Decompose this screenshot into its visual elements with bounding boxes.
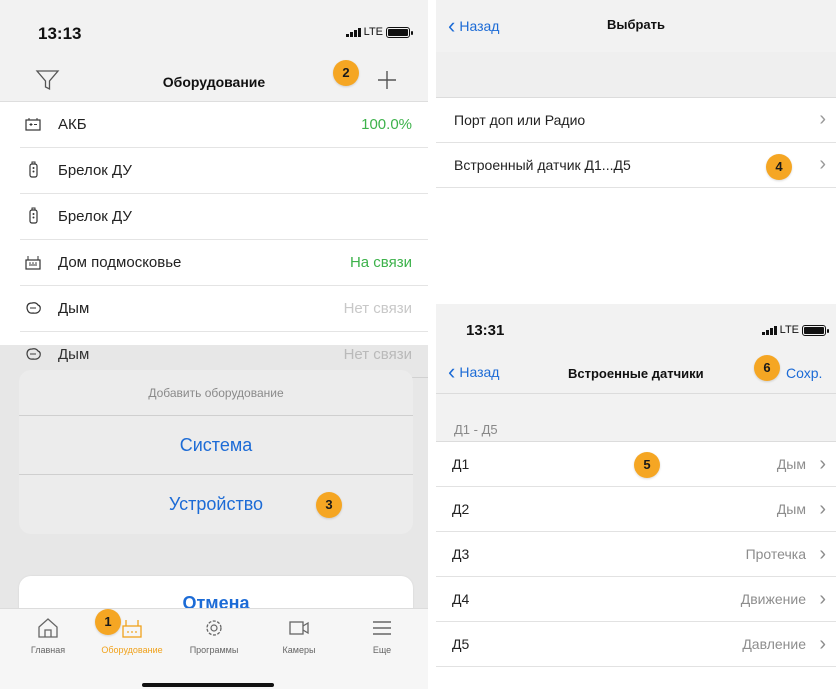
step-badge: 6 [754,355,780,381]
sensor-label: Д2 [452,501,470,517]
chevron-right-icon: › [819,498,826,520]
sensor-label: Д3 [452,546,470,562]
section-header: Д1 - Д5 [436,394,836,442]
list-item-label: Встроенный датчик Д1...Д5 [454,157,631,173]
step-badge: 3 [316,492,342,518]
device-name: Дым [58,300,90,317]
plus-icon [378,71,396,89]
chevron-right-icon: › [819,543,826,565]
home-indicator [142,683,274,687]
builtin-sensors-screen: 13:31 LTE ‹ Назад Встроенные датчики Сох… [436,304,836,689]
network-type: LTE [779,324,799,336]
page-title: Встроенные датчики [568,366,704,381]
house-icon [25,256,41,270]
chevron-right-icon: › [819,153,826,175]
step-badge: 1 [95,609,121,635]
sensor-type: Дым [776,456,806,472]
device-row-keyfob[interactable]: Брелок ДУ [20,148,428,194]
device-row-house[interactable]: Дом подмосковье На связи [20,240,428,286]
list-item-label: Порт доп или Радио [454,112,586,128]
tab-more[interactable]: Еще [342,615,422,655]
tab-bar: Главная Оборудование Программы Камеры Ещ… [0,608,428,689]
sensor-label: Д4 [452,591,470,607]
status-indicators: LTE [761,324,829,336]
chevron-right-icon: › [819,453,826,475]
tab-label: Программы [189,645,239,655]
tab-label: Еще [372,645,392,655]
navbar: Оборудование [0,62,428,102]
status-bar: 13:13 LTE [0,0,428,62]
status-time: 13:13 [38,24,82,43]
navbar: ‹ Назад Выбрать [436,0,836,52]
device-row-smoke[interactable]: Дым Нет связи [20,286,428,332]
home-icon [38,618,58,638]
tab-home[interactable]: Главная [8,615,88,655]
device-name: АКБ [58,116,87,133]
tab-cameras[interactable]: Камеры [259,615,339,655]
battery-status-icon [386,26,413,38]
device-status: Нет связи [343,300,412,317]
equipment-screen: 13:13 LTE Оборудование АКБ 100.0% Брелок… [0,0,428,689]
sensor-label: Д5 [452,636,470,652]
device-list: АКБ 100.0% Брелок ДУ Брелок ДУ Дом подмо… [0,102,428,378]
sensor-type: Дым [776,501,806,517]
keyfob-icon [29,161,38,178]
chevron-right-icon: › [819,588,826,610]
tab-label: Главная [30,645,66,655]
sensor-list: Д1 Дым › Д2 Дым › Д3 Протечка › Д4 Движе… [436,442,836,667]
signal-icon [761,325,777,335]
sheet-title: Добавить оборудование [19,370,413,416]
gear-icon [206,620,222,636]
page-title: Оборудование [162,74,266,90]
spacer [436,52,836,98]
sensor-row-d3[interactable]: Д3 Протечка › [436,532,836,577]
menu-icon [373,621,391,635]
back-button[interactable]: ‹ Назад [448,361,499,383]
equipment-icon [122,620,142,638]
device-row-keyfob[interactable]: Брелок ДУ [20,194,428,240]
chevron-right-icon: › [819,633,826,655]
sensor-type: Протечка [745,546,806,562]
step-badge: 4 [766,154,792,180]
option-system-button[interactable]: Система [19,416,413,475]
signal-icon [345,27,361,37]
add-equipment-sheet: Добавить оборудование Система Устройство [19,370,413,534]
sensor-row-d2[interactable]: Д2 Дым › [436,487,836,532]
keyfob-icon [29,207,38,224]
tab-programs[interactable]: Программы [174,615,254,655]
sensor-label: Д1 [452,456,470,472]
add-device-button[interactable] [373,66,401,94]
sensor-type: Движение [740,591,806,607]
status-indicators: LTE [345,26,413,38]
status-time: 13:31 [466,322,505,339]
tab-label: Оборудование [101,645,163,655]
network-type: LTE [363,26,383,38]
device-name: Дом подмосковье [58,254,182,271]
device-status: 100.0% [361,116,412,133]
tab-label: Камеры [282,645,316,655]
status-bar: 13:31 LTE [436,304,836,350]
select-screen: ‹ Назад Выбрать Порт доп или Радио › Вст… [436,0,836,300]
list-item-port[interactable]: Порт доп или Радио › [436,98,836,143]
chevron-left-icon: ‹ [448,359,456,384]
option-device-button[interactable]: Устройство [19,475,413,534]
device-name: Брелок ДУ [58,208,132,225]
battery-icon [25,118,41,131]
step-badge: 2 [333,60,359,86]
sensor-row-d5[interactable]: Д5 Давление › [436,622,836,667]
device-row-akb[interactable]: АКБ 100.0% [20,102,428,148]
sensor-type: Давление [742,636,806,652]
chevron-right-icon: › [819,108,826,130]
step-badge: 5 [634,452,660,478]
smoke-icon [26,302,41,314]
battery-status-icon [802,324,829,336]
save-button[interactable]: Сохр. [786,365,822,381]
device-status: На связи [349,254,412,271]
camera-icon [289,621,309,635]
device-name: Брелок ДУ [58,162,132,179]
page-title: Выбрать [606,17,666,32]
back-label: Назад [459,364,500,380]
section-title: Д1 - Д5 [454,422,498,437]
sensor-row-d4[interactable]: Д4 Движение › [436,577,836,622]
